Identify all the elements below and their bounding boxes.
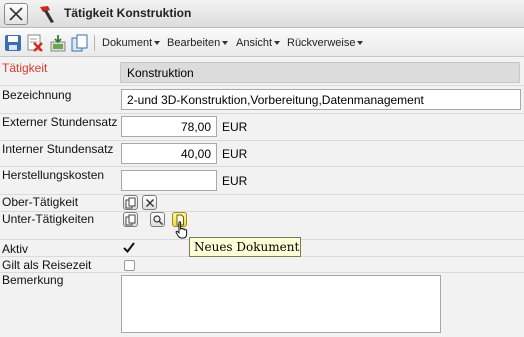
herstellungskosten-label: Herstellungskosten <box>2 168 105 182</box>
menu-bearbeiten[interactable]: Bearbeiten <box>167 37 229 49</box>
divider <box>0 85 524 86</box>
search-icon <box>153 215 163 225</box>
divider <box>0 166 524 167</box>
menu-dokument[interactable]: Dokument <box>102 37 161 49</box>
interner-stundensatz-input[interactable]: 40,00 <box>121 143 217 164</box>
hand-cursor-icon <box>175 221 188 239</box>
window-title: Tätigkeit Konstruktion <box>64 6 192 20</box>
externer-stundensatz-label: Externer Stundensatz <box>2 115 118 129</box>
divider <box>0 272 524 273</box>
export-icon[interactable] <box>49 34 67 52</box>
copy-icon <box>125 197 136 209</box>
menu-bearbeiten-label: Bearbeiten <box>167 37 221 49</box>
divider <box>0 194 524 195</box>
toolbar-separator <box>94 35 95 51</box>
bezeichnung-input[interactable]: 2-und 3D-Konstruktion,Vorbereitung,Daten… <box>121 89 521 110</box>
bezeichnung-label: Bezeichnung <box>2 88 72 102</box>
ober-taetigkeit-label: Ober-Tätigkeit <box>2 195 79 209</box>
chevron-down-icon <box>357 41 364 46</box>
copy-icon[interactable] <box>71 34 89 52</box>
chevron-down-icon <box>154 41 161 46</box>
close-icon <box>146 199 154 207</box>
close-icon <box>9 7 23 21</box>
interner-stundensatz-label: Interner Stundensatz <box>2 142 114 156</box>
interner-stundensatz-unit: EUR <box>222 147 248 161</box>
menu-rueckverweise[interactable]: Rückverweise <box>287 37 364 49</box>
menu-ansicht-label: Ansicht <box>236 37 273 49</box>
menu-dokument-label: Dokument <box>102 37 153 49</box>
unter-taetigkeiten-copy-button[interactable] <box>123 212 138 227</box>
toolbar: Dokument Bearbeiten Ansicht Rückverweise <box>0 29 524 57</box>
unter-taetigkeiten-search-button[interactable] <box>150 212 165 227</box>
aktiv-checkbox[interactable] <box>122 241 136 254</box>
close-button[interactable] <box>4 3 28 25</box>
taetigkeit-label: Tätigkeit <box>2 61 48 75</box>
taetigkeit-value: Konstruktion <box>120 62 520 83</box>
hammer-icon <box>40 6 54 23</box>
menu-rueckverweise-label: Rückverweise <box>287 37 356 49</box>
delete-icon[interactable] <box>26 34 44 52</box>
reisezeit-label: Gilt als Reisezeit <box>2 258 92 272</box>
herstellungskosten-unit: EUR <box>222 174 248 188</box>
externer-stundensatz-input[interactable]: 78,00 <box>121 116 217 137</box>
reisezeit-checkbox[interactable] <box>124 260 135 271</box>
save-icon[interactable] <box>4 34 22 52</box>
tooltip: Neues Dokument <box>189 237 301 257</box>
aktiv-label: Aktiv <box>2 242 29 256</box>
chevron-down-icon <box>222 41 229 46</box>
title-bar: Tätigkeit Konstruktion <box>0 0 524 28</box>
herstellungskosten-input[interactable] <box>121 170 217 191</box>
copy-icon <box>125 214 136 226</box>
divider <box>0 140 524 141</box>
chevron-down-icon <box>274 41 281 46</box>
externer-stundensatz-unit: EUR <box>222 120 248 134</box>
divider <box>0 113 524 114</box>
ober-taetigkeit-copy-button[interactable] <box>123 195 138 210</box>
bemerkung-textarea[interactable] <box>121 275 441 333</box>
menu-ansicht[interactable]: Ansicht <box>236 37 281 49</box>
bemerkung-label: Bemerkung <box>2 273 64 287</box>
ober-taetigkeit-clear-button[interactable] <box>142 195 157 210</box>
unter-taetigkeiten-label: Unter-Tätigkeiten <box>2 212 95 226</box>
